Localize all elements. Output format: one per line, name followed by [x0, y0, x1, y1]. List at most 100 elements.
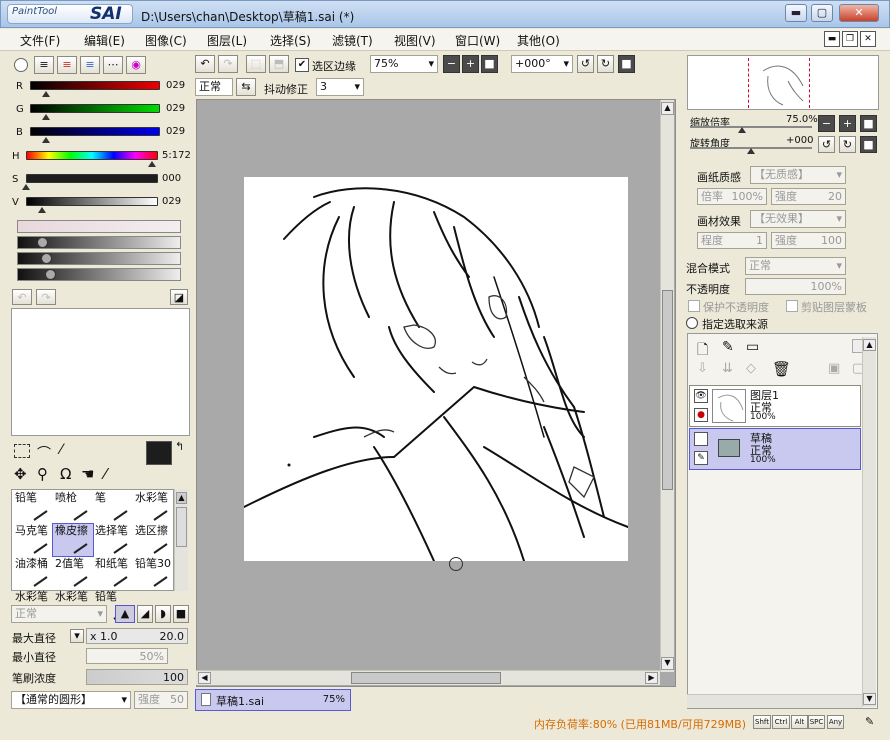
effect-strength-field[interactable]: 强度 100: [771, 232, 846, 249]
eyedropper-icon[interactable]: ⁄: [104, 465, 107, 483]
color-mixer-bar-4[interactable]: [17, 268, 181, 281]
h-slider-thumb[interactable]: [148, 161, 156, 167]
zoom-out-icon[interactable]: −: [443, 55, 460, 73]
menu-layer[interactable]: 图层(L): [207, 32, 247, 49]
move-icon[interactable]: ✥: [14, 465, 27, 483]
doc-restore-icon[interactable]: ❐: [842, 31, 858, 47]
paper-texture-select[interactable]: 【无质感】 ▾: [750, 166, 846, 184]
brush-tool-item[interactable]: 铅笔: [13, 491, 53, 523]
pen-pressure-icon[interactable]: ✎: [865, 715, 874, 728]
brush-grid-scrollbar[interactable]: ▲: [174, 489, 188, 591]
nav-rotate-reset-icon[interactable]: ■: [860, 136, 877, 153]
nav-rotate-left-icon[interactable]: ↺: [818, 136, 835, 153]
zoom-select[interactable]: 75% ▾: [370, 55, 438, 73]
max-size-dropdown-icon[interactable]: ▾: [70, 629, 84, 643]
primary-color-swatch[interactable]: [146, 441, 172, 465]
g-slider-thumb[interactable]: [42, 114, 50, 120]
menu-other[interactable]: 其他(O): [517, 32, 560, 49]
menu-edit[interactable]: 编辑(E): [84, 32, 125, 49]
b-slider[interactable]: [30, 127, 160, 136]
redo-scratchpad-icon[interactable]: ↷: [36, 289, 56, 305]
brush-tool-item[interactable]: 水彩笔: [133, 491, 173, 523]
menu-file[interactable]: 文件(F): [20, 32, 60, 49]
min-size-slider[interactable]: 50%: [86, 648, 168, 664]
swatch-mode-icon[interactable]: ⋯: [103, 56, 123, 74]
s-slider-thumb[interactable]: [22, 184, 30, 190]
brush-tool-item[interactable]: 马克笔: [13, 524, 53, 556]
texture-strength-field[interactable]: 强度 20: [771, 188, 846, 205]
menu-view[interactable]: 视图(V): [394, 32, 436, 49]
layer-item-folder[interactable]: ✎ 草稿 正常 100%: [689, 428, 861, 470]
close-button[interactable]: ✕: [839, 4, 879, 22]
nav-zoom-slider[interactable]: [690, 126, 812, 128]
density-slider[interactable]: 100: [86, 669, 188, 685]
v-slider-thumb[interactable]: [38, 207, 46, 213]
layer-panel-scrollbar[interactable]: ▲ ▼: [862, 337, 876, 707]
modifier-key-any[interactable]: Any: [827, 715, 844, 729]
brush-tool-item[interactable]: 笔: [93, 491, 133, 523]
r-slider-thumb[interactable]: [42, 91, 50, 97]
flip-icon[interactable]: ⇆: [236, 78, 256, 96]
new-linework-layer-icon[interactable]: ✎: [722, 339, 734, 355]
protect-opacity-checkbox[interactable]: [688, 300, 700, 312]
max-size-slider[interactable]: x 1.0 20.0: [86, 628, 188, 644]
scratchpad-mode-icon[interactable]: ◉: [126, 56, 146, 74]
new-layer-icon[interactable]: 🗋: [697, 339, 708, 363]
eye-icon[interactable]: 👁: [694, 389, 708, 403]
effect-degree-field[interactable]: 程度 1: [697, 232, 767, 249]
magic-wand-icon[interactable]: ⁄: [60, 442, 62, 458]
clipping-mask-checkbox[interactable]: [786, 300, 798, 312]
brush-tool-item[interactable]: 选区擦: [133, 524, 173, 556]
document-tab[interactable]: 草稿1.sai 75%: [195, 689, 351, 711]
rotation-select[interactable]: +000° ▾: [511, 55, 573, 73]
nav-zoom-thumb[interactable]: [738, 127, 746, 133]
b-slider-thumb[interactable]: [42, 137, 50, 143]
effect-select[interactable]: 【无效果】 ▾: [750, 210, 846, 228]
h-slider[interactable]: [26, 151, 158, 160]
rotate-icon[interactable]: Ω: [60, 465, 71, 483]
swap-colors-icon[interactable]: ↰: [175, 440, 184, 453]
lasso-icon[interactable]: ⌒: [37, 443, 51, 463]
transfer-down-icon[interactable]: ⇩: [697, 361, 708, 376]
invert-select-icon[interactable]: ⬒: [269, 55, 289, 73]
hand-icon[interactable]: ☚: [81, 465, 94, 483]
zoom-icon[interactable]: ⚲: [37, 465, 48, 483]
palette-mode-icon[interactable]: ≡: [80, 56, 100, 74]
undo-scratchpad-icon[interactable]: ↶: [12, 289, 32, 305]
doc-close-icon[interactable]: ✕: [860, 31, 876, 47]
brush-tool-item[interactable]: 喷枪: [53, 491, 93, 523]
color-wheel-toggle[interactable]: [14, 58, 28, 72]
brush-tool-item[interactable]: 油漆桶: [13, 557, 53, 589]
modifier-key-ctrl[interactable]: Ctrl: [772, 715, 790, 729]
canvas-paper[interactable]: [244, 177, 628, 561]
brush-shape-select[interactable]: 【通常的圆形】 ▾: [11, 691, 131, 709]
brush-shape-soft-icon[interactable]: ◗: [155, 605, 171, 623]
nav-zoom-reset-icon[interactable]: ■: [860, 115, 877, 132]
brush-shape-round-icon[interactable]: ◢: [137, 605, 153, 623]
selection-source-radio[interactable]: [686, 317, 698, 329]
mixer-handle-icon[interactable]: [37, 237, 48, 248]
undo-icon[interactable]: ↶: [195, 55, 215, 73]
menu-filter[interactable]: 滤镜(T): [332, 32, 373, 49]
color-mixer-bar-1[interactable]: [17, 220, 181, 233]
v-slider[interactable]: [26, 197, 158, 206]
menu-select[interactable]: 选择(S): [270, 32, 311, 49]
brush-mode-select[interactable]: 正常 ▾: [11, 605, 107, 623]
texture-ratio-field[interactable]: 倍率 100%: [697, 188, 767, 205]
stabilizer-select[interactable]: 3 ▾: [316, 78, 364, 96]
brush-tool-item[interactable]: 橡皮擦: [52, 523, 94, 557]
lock-icon[interactable]: ●: [694, 408, 708, 422]
nav-zoom-in-icon[interactable]: +: [839, 115, 856, 132]
brush-tool-item[interactable]: 和纸笔: [93, 557, 133, 589]
scratchpad-menu-icon[interactable]: ◪: [170, 289, 188, 305]
layer-panel-hscrollbar[interactable]: [687, 694, 862, 708]
zoom-reset-icon[interactable]: ■: [481, 55, 498, 73]
pen-icon[interactable]: ✎: [694, 451, 708, 465]
apply-mask-icon[interactable]: ▣: [828, 361, 840, 376]
delete-layer-icon[interactable]: 🗑: [772, 360, 791, 378]
brush-tool-item[interactable]: 铅笔30: [133, 557, 173, 589]
modifier-key-shft[interactable]: Shft: [753, 715, 771, 729]
g-slider[interactable]: [30, 104, 160, 113]
rotate-left-icon[interactable]: ↺: [577, 55, 594, 73]
canvas-hscrollbar[interactable]: ◀ ▶: [196, 670, 660, 685]
